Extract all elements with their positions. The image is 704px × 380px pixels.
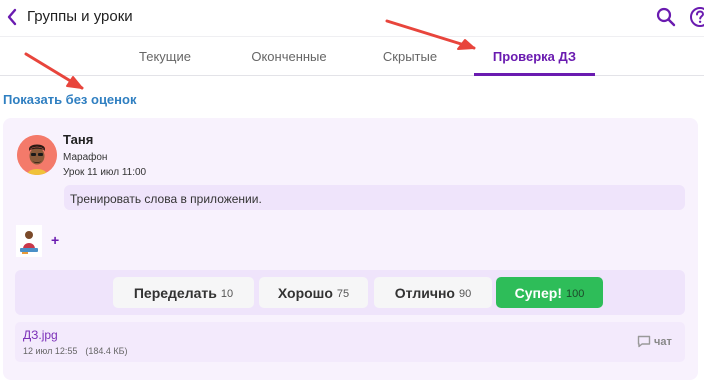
chat-label: чат <box>654 335 672 348</box>
tab-bar: Текущие Оконченные Скрытые Проверка ДЗ <box>0 36 704 76</box>
file-meta: 12 июл 12:55 (184.4 КБ) <box>23 346 128 356</box>
grade-super-button[interactable]: Супер! 100 <box>496 277 603 308</box>
file-link[interactable]: ДЗ.jpg <box>23 328 58 342</box>
attachment-thumbnail[interactable] <box>16 225 42 257</box>
attachment-image <box>16 225 42 257</box>
search-button[interactable] <box>654 6 678 28</box>
question-circle-icon <box>690 7 704 27</box>
tab-finished[interactable]: Оконченные <box>237 37 341 75</box>
tab-current[interactable]: Текущие <box>120 37 210 75</box>
grade-label: Переделать <box>133 284 217 301</box>
group-name: Марафон <box>63 152 108 163</box>
grade-points: 10 <box>220 288 234 300</box>
file-date: 12 июл 12:55 <box>23 346 78 356</box>
tab-hidden[interactable]: Скрытые <box>365 37 455 75</box>
homework-card: Таня Марафон Урок 11 июл 11:00 Тренирова… <box>3 118 698 380</box>
grade-buttons: Переделать 10 Хорошо 75 Отлично 90 Супер… <box>15 270 685 315</box>
avatar-image <box>17 135 57 175</box>
avatar <box>17 135 57 175</box>
tab-homework-check[interactable]: Проверка ДЗ <box>474 37 595 75</box>
grade-points: 100 <box>566 288 585 300</box>
grade-points: 90 <box>458 288 472 300</box>
student-name: Таня <box>63 132 94 147</box>
task-description: Тренировать слова в приложении. <box>64 185 685 210</box>
grade-good-button[interactable]: Хорошо 75 <box>259 277 368 308</box>
lesson-datetime: Урок 11 июл 11:00 <box>63 167 147 178</box>
app: Группы и уроки Текущие Оконченные Скрыты… <box>0 0 704 380</box>
chat-button[interactable]: чат <box>637 335 672 348</box>
grade-points: 75 <box>336 288 350 300</box>
file-size: (184.4 КБ) <box>85 346 128 356</box>
grade-redo-button[interactable]: Переделать 10 <box>113 277 254 308</box>
search-icon <box>656 7 676 27</box>
page-title: Группы и уроки <box>27 8 133 25</box>
show-without-grades-link[interactable]: Показать без оценок <box>3 92 136 107</box>
grade-label: Хорошо <box>277 284 333 301</box>
help-button[interactable] <box>689 6 704 28</box>
grade-label: Отлично <box>394 284 455 301</box>
chat-icon <box>637 335 651 348</box>
active-tab-indicator <box>474 73 595 76</box>
top-bar: Группы и уроки <box>0 0 704 36</box>
chevron-left-icon <box>7 8 17 26</box>
add-attachment-button[interactable]: + <box>51 232 67 248</box>
attached-file: ДЗ.jpg 12 июл 12:55 (184.4 КБ) чат <box>15 322 685 362</box>
grade-excellent-button[interactable]: Отлично 90 <box>374 277 492 308</box>
grade-label: Супер! <box>514 284 562 301</box>
back-button[interactable] <box>2 6 22 28</box>
